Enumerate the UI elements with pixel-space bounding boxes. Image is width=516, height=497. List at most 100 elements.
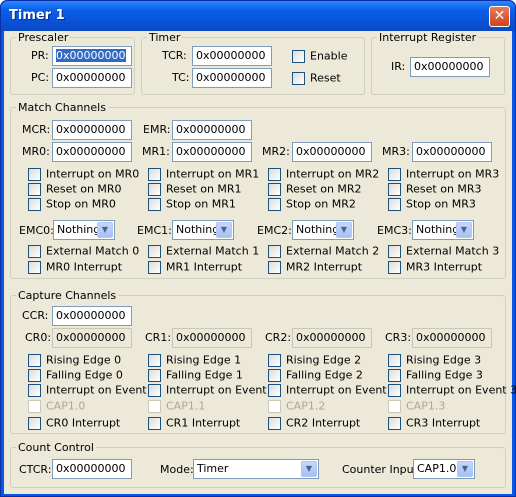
checkbox-box[interactable] — [28, 244, 41, 258]
checkbox-box[interactable] — [148, 368, 161, 382]
mr3-interrupt-checkbox[interactable]: MR3 Interrupt — [388, 260, 482, 274]
chevron-down-icon[interactable]: ▼ — [216, 222, 232, 238]
checkbox-box[interactable] — [388, 244, 401, 258]
checkbox-box[interactable] — [148, 197, 161, 211]
checkbox-box[interactable] — [148, 383, 161, 397]
stop-on-mr2-checkbox[interactable]: Stop on MR2 — [268, 197, 356, 211]
stop-on-mr3-checkbox[interactable]: Stop on MR3 — [388, 197, 476, 211]
checkbox-box[interactable] — [148, 260, 161, 274]
checkbox-box[interactable] — [28, 260, 41, 274]
checkbox-box[interactable] — [28, 416, 41, 430]
checkbox-box[interactable] — [148, 244, 161, 258]
ccr-field[interactable]: 0x00000000 — [52, 306, 132, 326]
reset-on-mr2-checkbox[interactable]: Reset on MR2 — [268, 182, 362, 196]
checkbox-box[interactable] — [268, 353, 281, 367]
interrupt-on-event-2-checkbox[interactable]: Interrupt on Event 2 — [268, 383, 397, 397]
checkbox-box[interactable] — [388, 353, 401, 367]
interrupt-on-mr1-checkbox[interactable]: Interrupt on MR1 — [148, 167, 259, 181]
interrupt-on-mr0-checkbox[interactable]: Interrupt on MR0 — [28, 167, 139, 181]
checkbox-box[interactable] — [28, 353, 41, 367]
external-match-0-checkbox[interactable]: External Match 0 — [28, 244, 139, 258]
mr2-field[interactable]: 0x00000000 — [292, 142, 372, 162]
checkbox-box[interactable] — [268, 244, 281, 258]
rising-edge-1-checkbox[interactable]: Rising Edge 1 — [148, 353, 241, 367]
external-match-2-checkbox[interactable]: External Match 2 — [268, 244, 379, 258]
ctcr-field[interactable]: 0x00000000 — [52, 459, 132, 479]
falling-edge-0-checkbox[interactable]: Falling Edge 0 — [28, 368, 123, 382]
checkbox-box[interactable] — [28, 368, 41, 382]
rising-edge-3-checkbox[interactable]: Rising Edge 3 — [388, 353, 481, 367]
chevron-down-icon[interactable]: ▼ — [336, 222, 352, 238]
checkbox-box[interactable] — [28, 182, 41, 196]
reset-on-mr3-checkbox[interactable]: Reset on MR3 — [388, 182, 482, 196]
checkbox-box[interactable] — [388, 197, 401, 211]
falling-edge-3-checkbox[interactable]: Falling Edge 3 — [388, 368, 483, 382]
interrupt-on-event-3-checkbox[interactable]: Interrupt on Event 3 — [388, 383, 516, 397]
interrupt-on-event-0-checkbox[interactable]: Interrupt on Event 0 — [28, 383, 157, 397]
stop-on-mr0-checkbox[interactable]: Stop on MR0 — [28, 197, 116, 211]
interrupt-on-mr2-checkbox[interactable]: Interrupt on MR2 — [268, 167, 379, 181]
checkbox-box[interactable] — [148, 353, 161, 367]
reset-on-mr1-checkbox[interactable]: Reset on MR1 — [148, 182, 242, 196]
emr-field[interactable]: 0x00000000 — [172, 120, 252, 140]
checkbox-box[interactable] — [148, 182, 161, 196]
checkbox-box[interactable] — [388, 260, 401, 274]
checkbox-box[interactable] — [268, 197, 281, 211]
mr3-field[interactable]: 0x00000000 — [412, 142, 492, 162]
checkbox-box[interactable] — [388, 416, 401, 430]
pr-field[interactable]: 0x00000000 — [52, 46, 132, 66]
emc1-select[interactable]: Nothing ▼ — [172, 220, 234, 240]
mr1-field[interactable]: 0x00000000 — [172, 142, 252, 162]
chevron-down-icon[interactable]: ▼ — [97, 222, 113, 238]
emc0-select[interactable]: Nothing ▼ — [53, 220, 115, 240]
checkbox-box[interactable] — [148, 167, 161, 181]
checkbox-box[interactable] — [268, 182, 281, 196]
mr0-field[interactable]: 0x00000000 — [52, 142, 132, 162]
ir-field[interactable]: 0x00000000 — [410, 57, 490, 77]
checkbox-box[interactable] — [292, 71, 305, 85]
cr1-interrupt-checkbox[interactable]: CR1 Interrupt — [148, 416, 240, 430]
checkbox-box[interactable] — [268, 260, 281, 274]
checkbox-box[interactable] — [268, 383, 281, 397]
mr1-interrupt-checkbox[interactable]: MR1 Interrupt — [148, 260, 242, 274]
external-match-3-checkbox[interactable]: External Match 3 — [388, 244, 499, 258]
checkbox-box[interactable] — [268, 368, 281, 382]
chevron-down-icon[interactable]: ▼ — [456, 222, 472, 238]
mcr-field[interactable]: 0x00000000 — [52, 120, 132, 140]
checkbox-box[interactable] — [148, 416, 161, 430]
emc3-select[interactable]: Nothing ▼ — [412, 220, 474, 240]
falling-edge-1-checkbox[interactable]: Falling Edge 1 — [148, 368, 243, 382]
close-button[interactable]: ✕ — [489, 6, 510, 27]
cr2-interrupt-checkbox[interactable]: CR2 Interrupt — [268, 416, 360, 430]
cr0-interrupt-checkbox[interactable]: CR0 Interrupt — [28, 416, 120, 430]
cr3-interrupt-checkbox[interactable]: CR3 Interrupt — [388, 416, 480, 430]
interrupt-on-event-1-checkbox[interactable]: Interrupt on Event 1 — [148, 383, 277, 397]
pc-field[interactable]: 0x00000000 — [52, 68, 132, 88]
tc-field[interactable]: 0x00000000 — [192, 68, 272, 88]
emc2-select[interactable]: Nothing ▼ — [292, 220, 354, 240]
chevron-down-icon[interactable]: ▼ — [301, 461, 317, 477]
falling-edge-2-checkbox[interactable]: Falling Edge 2 — [268, 368, 363, 382]
reset-checkbox[interactable]: Reset — [292, 71, 341, 85]
counter-input-select[interactable]: CAP1.0 ▼ — [413, 459, 475, 479]
checkbox-box[interactable] — [28, 167, 41, 181]
rising-edge-2-checkbox[interactable]: Rising Edge 2 — [268, 353, 361, 367]
reset-on-mr0-checkbox[interactable]: Reset on MR0 — [28, 182, 122, 196]
mr0-interrupt-checkbox[interactable]: MR0 Interrupt — [28, 260, 122, 274]
chevron-down-icon[interactable]: ▼ — [457, 461, 473, 477]
mr2-interrupt-checkbox[interactable]: MR2 Interrupt — [268, 260, 362, 274]
checkbox-box[interactable] — [388, 182, 401, 196]
external-match-1-checkbox[interactable]: External Match 1 — [148, 244, 259, 258]
rising-edge-0-checkbox[interactable]: Rising Edge 0 — [28, 353, 121, 367]
checkbox-box[interactable] — [388, 368, 401, 382]
tcr-field[interactable]: 0x00000000 — [192, 46, 272, 66]
title-bar[interactable]: Timer 1 ✕ — [1, 1, 515, 31]
interrupt-on-mr3-checkbox[interactable]: Interrupt on MR3 — [388, 167, 499, 181]
checkbox-box[interactable] — [268, 416, 281, 430]
checkbox-box[interactable] — [28, 197, 41, 211]
stop-on-mr1-checkbox[interactable]: Stop on MR1 — [148, 197, 236, 211]
checkbox-box[interactable] — [388, 383, 401, 397]
mode-select[interactable]: Timer ▼ — [193, 459, 319, 479]
enable-checkbox[interactable]: Enable — [292, 49, 347, 63]
checkbox-box[interactable] — [268, 167, 281, 181]
